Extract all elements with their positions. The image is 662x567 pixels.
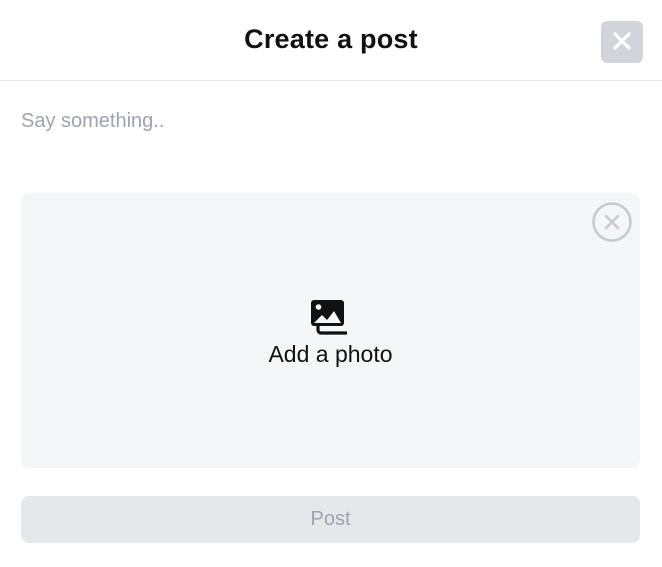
post-button[interactable]: Post	[21, 496, 640, 543]
close-icon	[612, 31, 632, 54]
add-photo-prompt: Add a photo	[21, 299, 640, 368]
modal-header: Create a post	[0, 0, 662, 81]
add-photo-label: Add a photo	[268, 341, 393, 367]
create-post-modal: Create a post Say something.. Add a phot…	[0, 0, 662, 567]
modal-title: Create a post	[244, 24, 418, 54]
remove-photo-button[interactable]	[592, 202, 632, 242]
close-button[interactable]	[601, 21, 643, 63]
photos-icon	[310, 299, 352, 340]
circle-x-icon	[592, 202, 632, 245]
add-photo-dropzone[interactable]: Add a photo	[21, 193, 640, 468]
post-text-input[interactable]	[21, 104, 640, 160]
